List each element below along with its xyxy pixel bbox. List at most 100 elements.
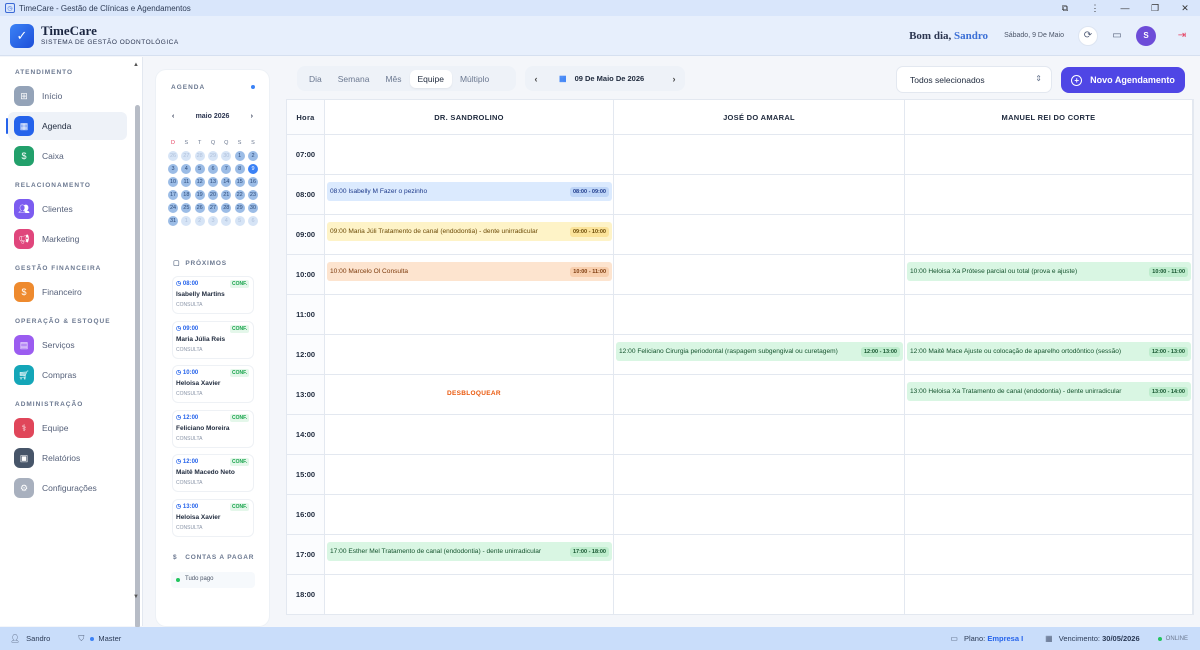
appointment-event[interactable]: 08:00 Isabelly M Fazer o pezinho 08:00 - … [327,182,612,201]
time-slot[interactable] [325,135,614,175]
appointment-event[interactable]: 10:00 Heloisa Xa Prótese parcial ou tota… [907,262,1191,281]
scroll-down-icon[interactable]: ▼ [133,594,139,600]
time-slot[interactable] [614,415,905,455]
time-slot[interactable] [325,455,614,495]
avatar[interactable]: S [1136,25,1156,46]
calendar-day[interactable]: 4 [181,164,192,174]
calendar-day[interactable]: 26 [168,151,178,161]
calendar-day[interactable]: 11 [181,177,192,187]
tab-equipe[interactable]: Equipe [409,69,452,88]
calendar-day[interactable]: 29 [234,203,245,213]
calendar-day[interactable]: 6 [207,164,218,174]
time-slot[interactable] [905,215,1193,255]
sidebar-item-relatórios[interactable]: ▣ Relatórios [8,444,127,472]
calendar-day[interactable]: 25 [181,203,192,213]
tab-mês[interactable]: Mês [377,70,409,88]
tab-múltiplo[interactable]: Múltiplo [452,70,497,88]
snap-icon[interactable]: ⧉ [1050,3,1080,14]
calendar-day[interactable]: 5 [194,164,205,174]
calendar-day[interactable]: 31 [168,216,178,226]
calendar-day[interactable]: 23 [247,190,258,200]
calendar-day[interactable]: 1 [234,151,245,161]
calendar-day[interactable]: 3 [207,216,218,226]
appointment-event[interactable]: 10:00 Marcelo Ol Consulta 10:00 - 11:00 [327,262,612,281]
calendar-day[interactable]: 5 [234,216,245,226]
current-date[interactable]: 09 De Maio De 2026 [575,74,645,83]
tab-dia[interactable]: Dia [301,70,330,88]
sidebar-item-início[interactable]: ⊞ Início [8,82,127,110]
appointment-event[interactable]: 09:00 Maria Júli Tratamento de canal (en… [327,222,612,241]
calendar-day[interactable]: 27 [181,151,192,161]
calendar-day[interactable]: 21 [221,190,232,200]
calendar-day[interactable]: 12 [194,177,205,187]
calendar-day[interactable]: 30 [221,151,232,161]
sidebar-item-compras[interactable]: 🛒︎ Compras [8,361,127,389]
time-slot[interactable] [614,215,905,255]
time-slot[interactable] [325,495,614,535]
calendar-day[interactable]: 30 [247,203,258,213]
calendar-day[interactable]: 2 [194,216,205,226]
sidebar-item-configurações[interactable]: ⚙ Configurações [8,474,127,502]
upcoming-appointment[interactable]: ◷ 09:00 CONF. Maria Júlia Reis CONSULTA [173,321,253,358]
appointment-event[interactable]: 13:00 Heloisa Xa Tratamento de canal (en… [907,382,1191,401]
sidebar-item-clientes[interactable]: 👥︎ Clientes [8,195,127,223]
time-slot[interactable] [614,375,905,415]
time-slot[interactable] [905,495,1193,535]
time-slot[interactable] [614,175,905,215]
time-slot[interactable] [905,175,1193,215]
appointment-event[interactable]: 17:00 Esther Mel Tratamento de canal (en… [327,542,612,561]
logout-icon[interactable]: ⇥ [1172,26,1192,46]
calendar-day[interactable]: 6 [247,216,258,226]
unlock-button[interactable]: DESBLOQUEAR [447,390,501,397]
prev-day-icon[interactable]: ‹ [525,74,547,84]
appointment-event[interactable]: 12:00 Feliciano Cirurgia periodontal (ra… [616,342,903,361]
calendar-day[interactable]: 8 [234,164,245,174]
upcoming-appointment[interactable]: ◷ 08:00 CONF. Isabelly Martins CONSULTA [173,277,253,313]
time-slot[interactable] [325,295,614,335]
time-slot[interactable] [614,575,905,615]
scroll-up-icon[interactable]: ▲ [133,62,139,68]
calendar-day[interactable]: 26 [194,203,205,213]
upcoming-appointment[interactable]: ◷ 10:00 CONF. Heloisa Xavier CONSULTA [173,366,253,402]
upcoming-appointment[interactable]: ◷ 12:00 CONF. Maitê Macedo Neto CONSULTA [173,455,253,491]
calendar-day[interactable]: 28 [194,151,205,161]
calendar-day[interactable]: 1 [181,216,192,226]
upcoming-appointment[interactable]: ◷ 13:00 CONF. Heloisa Xavier CONSULTA [173,499,253,536]
calendar-day[interactable]: 7 [221,164,232,174]
appointment-event[interactable]: 12:00 Maitê Mace Ajuste ou colocação de … [907,342,1191,361]
calendar-day[interactable]: 14 [221,177,232,187]
prev-month-icon[interactable]: ‹ [172,113,174,120]
calendar-day[interactable]: 20 [207,190,218,200]
calendar-day[interactable]: 29 [207,151,218,161]
time-slot[interactable] [905,455,1193,495]
time-slot[interactable] [614,135,905,175]
kebab-menu-icon[interactable]: ⋮ [1080,3,1110,14]
sidebar-item-serviços[interactable]: ▤ Serviços [8,331,127,359]
time-slot[interactable] [905,535,1193,575]
calendar-day[interactable]: 22 [234,190,245,200]
time-slot[interactable] [614,255,905,295]
time-slot[interactable] [614,295,905,335]
calendar-day[interactable]: 2 [247,151,258,161]
calendar-day[interactable]: 24 [168,203,178,213]
time-slot[interactable] [905,295,1193,335]
calendar-day[interactable]: 17 [168,190,178,200]
time-slot[interactable] [325,575,614,615]
time-slot[interactable] [614,535,905,575]
time-slot[interactable] [905,575,1193,615]
close-button[interactable]: ✕ [1170,3,1200,14]
calendar-day[interactable]: 9 [247,164,258,174]
calendar-day[interactable]: 16 [247,177,258,187]
professional-filter-select[interactable]: Todos selecionados [896,66,1052,93]
tab-semana[interactable]: Semana [330,70,378,88]
calendar-day[interactable]: 3 [168,164,178,174]
next-day-icon[interactable]: › [663,74,685,84]
sidebar-scrollbar[interactable] [135,105,140,628]
sidebar-item-agenda[interactable]: ▦ Agenda [8,112,127,140]
sidebar-item-caixa[interactable]: $ Caixa [8,142,127,170]
calendar-day[interactable]: 27 [207,203,218,213]
next-month-icon[interactable]: › [251,113,253,120]
refresh-icon[interactable]: ⟳ [1078,25,1098,46]
sidebar-item-financeiro[interactable]: $ Financeiro [8,278,127,306]
time-slot[interactable] [905,415,1193,455]
